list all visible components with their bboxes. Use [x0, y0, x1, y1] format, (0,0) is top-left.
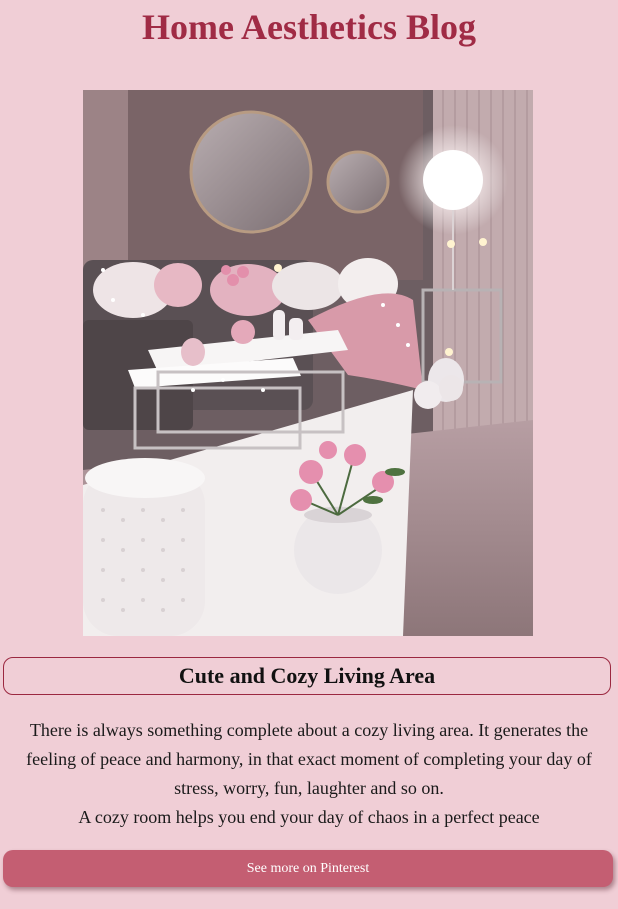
living-room-illustration	[83, 90, 533, 636]
page: Home Aesthetics Blog Cute and Cozy Livin…	[0, 0, 618, 909]
post-body: There is always something complete about…	[4, 716, 614, 832]
living-room-image	[83, 90, 533, 636]
post-paragraph: There is always something complete about…	[26, 720, 592, 798]
see-more-pinterest-button[interactable]: See more on Pinterest	[3, 850, 613, 887]
post-title: Cute and Cozy Living Area	[178, 663, 436, 688]
post-paragraph: A cozy room helps you end your day of ch…	[78, 807, 540, 827]
post-title-box: Cute and Cozy Living Area	[3, 657, 611, 695]
blog-title: Home Aesthetics Blog	[142, 7, 476, 47]
